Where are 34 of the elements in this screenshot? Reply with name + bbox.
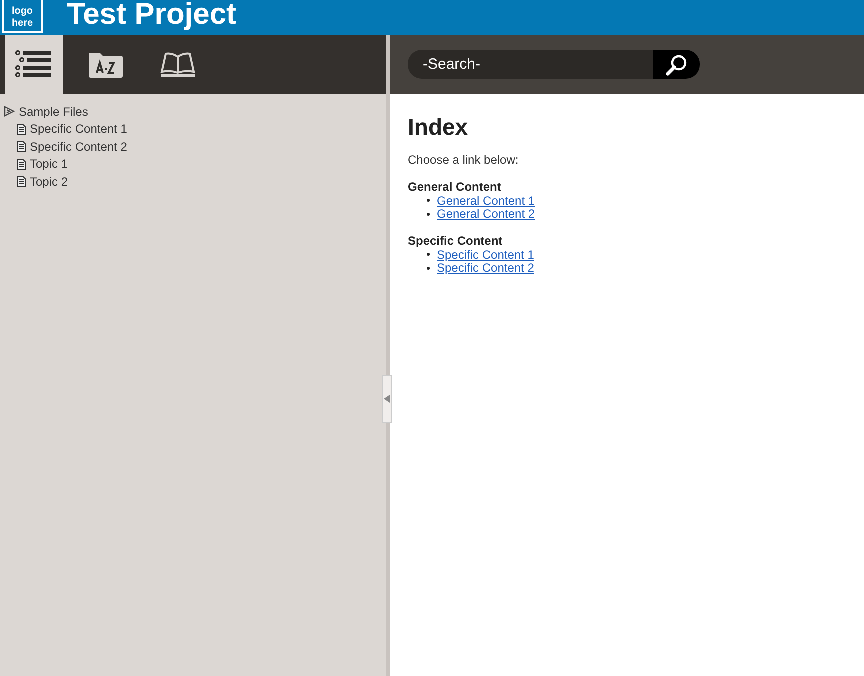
- document-icon: [17, 141, 26, 152]
- logo-text: logo: [12, 6, 34, 18]
- bullet-icon: [427, 199, 430, 202]
- document-icon: [17, 176, 26, 188]
- folder-icon: [88, 50, 124, 78]
- section-title: General Content: [408, 180, 502, 194]
- bullet-icon: [427, 266, 430, 270]
- tree-folder[interactable]: Sample Files: [19, 104, 88, 119]
- page-heading: Index: [408, 114, 470, 141]
- list-icon: [15, 50, 53, 80]
- tree-item[interactable]: Specific Content 2: [30, 140, 128, 154]
- arrow-icon: [384, 395, 390, 403]
- tree-item[interactable]: Specific Content 1: [30, 122, 128, 136]
- project-title: Test Project: [67, 0, 236, 30]
- section-title: Specific Content: [408, 234, 504, 248]
- bullet-icon: [427, 253, 430, 256]
- content-link[interactable]: General Content 1: [437, 194, 536, 208]
- collapse-handle[interactable]: [382, 375, 392, 423]
- content-link[interactable]: Specific Content 2: [437, 261, 534, 276]
- search-button[interactable]: [653, 50, 700, 79]
- bullet-icon: [427, 212, 430, 216]
- search-field[interactable]: -Search-: [408, 50, 653, 79]
- content-link[interactable]: General Content 2: [437, 207, 536, 222]
- tree-item[interactable]: Topic 2: [30, 174, 68, 189]
- search-icon: [666, 54, 688, 76]
- book-icon: [160, 52, 196, 78]
- tree-item[interactable]: Topic 1: [30, 157, 68, 172]
- content-link[interactable]: Specific Content 1: [437, 248, 534, 262]
- triangle-icon: [4, 106, 15, 118]
- intro-text: Choose a link below:: [408, 153, 520, 167]
- logo-text: here: [12, 18, 34, 30]
- document-icon: [17, 124, 26, 135]
- tab[interactable]: [5, 35, 63, 94]
- document-icon: [17, 158, 26, 170]
